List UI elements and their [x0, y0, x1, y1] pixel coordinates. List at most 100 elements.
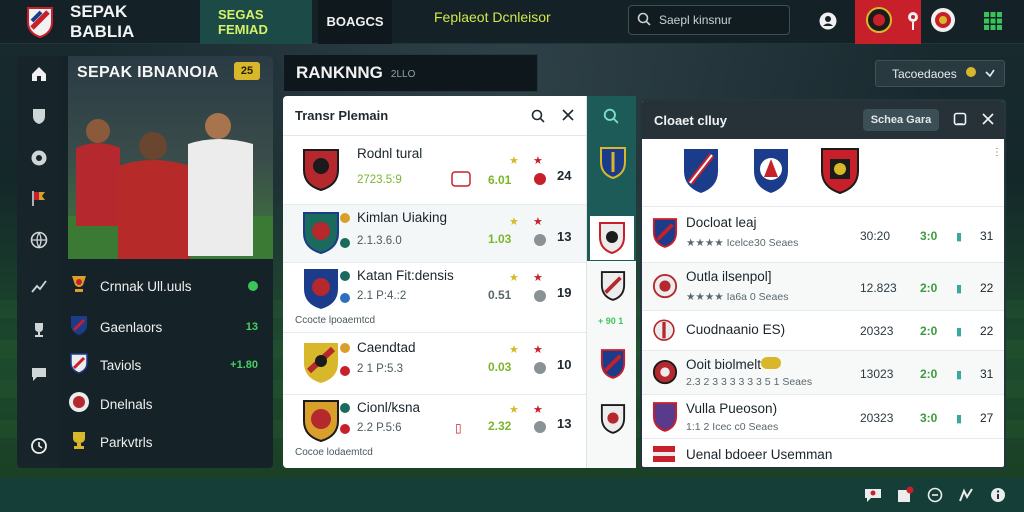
bars-icon: ▮: [956, 413, 963, 425]
chevron-down-icon: [985, 67, 995, 81]
left-list-label: Dnelnals: [100, 396, 153, 412]
bottom-bar-text[interactable]: Feplaeot Dcnleisor: [434, 9, 551, 25]
club-crest-icon: [652, 357, 678, 394]
bars-icon: ▮: [956, 369, 963, 381]
left-list-value: +1.80: [230, 359, 258, 371]
chat-icon[interactable]: [27, 362, 51, 386]
table-row[interactable]: Docloat leaj ★★★★ Icelce30 Seaes 30:20 3…: [642, 207, 1004, 263]
row-name: Rodnl tural: [357, 146, 423, 161]
more-icon[interactable]: ⋮: [992, 147, 1002, 158]
row-name: Uenal bdoeer Usemman: [686, 447, 833, 462]
ball-icon: [533, 361, 547, 380]
row-sub: ★★★★ Icelce30 Seaes: [686, 237, 799, 249]
info-icon[interactable]: [990, 487, 1006, 508]
lock-icon[interactable]: [953, 112, 967, 129]
star-icon: ★: [509, 155, 519, 167]
shield-icon[interactable]: [27, 104, 51, 128]
table-row[interactable]: Kimlan Uiaking 2.1.3.6.0 1.03 ★ ★ 13: [283, 205, 586, 263]
team-photo: [68, 56, 273, 259]
trophy-icon[interactable]: [27, 318, 51, 342]
team-crest-icon[interactable]: [929, 6, 957, 34]
left-list-label: Crnnak Ull.uuls: [100, 278, 192, 294]
row-rank: 24: [557, 168, 572, 183]
row-name: Cuodnaanio ES): [686, 322, 786, 337]
row-sub: 2.3 2 3 3 3 3 3 3 5 1 Seaes: [686, 376, 813, 388]
message-icon[interactable]: [864, 487, 882, 508]
ball-icon[interactable]: [27, 146, 51, 170]
star-icon: ★: [533, 155, 543, 167]
search-icon[interactable]: [531, 109, 545, 126]
filter-dropdown[interactable]: Tacoedaoes: [875, 60, 1005, 87]
search-icon[interactable]: [603, 108, 619, 129]
left-list-item[interactable]: Parkvtrls: [68, 428, 268, 456]
flag-icon[interactable]: [27, 186, 51, 210]
trophy-icon: [68, 273, 90, 300]
search-input[interactable]: Saepl kinsnur: [628, 5, 790, 35]
ranking-title: RANKNNG: [296, 63, 383, 82]
table-row[interactable]: Cuodnaanio ES) 20323 2:0 ▮ 22: [642, 311, 1004, 351]
row-sub: ★★★★ Ia6a 0 Seaes: [686, 291, 789, 303]
table-row[interactable]: Katan Fit:densis 2.1 P:4.:2 0.51 ★ ★ 19 …: [283, 263, 586, 333]
club-crest-icon[interactable]: [820, 147, 860, 200]
clock-icon[interactable]: [27, 433, 51, 457]
row-col3: 27: [980, 411, 994, 425]
grid-icon[interactable]: [980, 8, 1006, 34]
left-list-item[interactable]: Dnelnals: [68, 390, 268, 418]
tab-secondary[interactable]: BOAGCS: [318, 0, 392, 44]
row-name: Caendtad: [357, 340, 416, 355]
club-crest-icon: [299, 267, 343, 311]
club-crest-icon[interactable]: [682, 147, 720, 200]
ranking-subtitle: 2LLO: [390, 69, 416, 80]
table-row[interactable]: Vulla Pueoson) 1:1 2 Icec c0 Seaes 20323…: [642, 395, 1004, 439]
row-rank: 10: [557, 357, 572, 372]
settings-icon[interactable]: [927, 487, 943, 508]
tab-primary[interactable]: SEGAS FEMIAD: [200, 0, 312, 44]
row-col2: 3:0: [920, 411, 938, 425]
row-sub: 2.1.3.6.0: [357, 235, 402, 247]
table-row[interactable]: Caendtad 2 1 P:5.3 0.03 ★ ★ 10: [283, 333, 586, 395]
row-col3: 31: [980, 367, 994, 381]
table-row[interactable]: Ooit biolmelt 2.3 2 3 3 3 3 3 3 5 1 Seae…: [642, 351, 1004, 395]
club-badge-icon[interactable]: [865, 6, 893, 34]
club-panel-filter-button[interactable]: Schea Gara: [863, 109, 939, 131]
club-panel-title: Cloaet clluy: [654, 112, 727, 128]
row-score: 1.03: [488, 232, 512, 246]
share-icon[interactable]: [958, 487, 974, 508]
club-crest-icon[interactable]: [752, 147, 790, 200]
stats-icon[interactable]: [27, 274, 51, 298]
table-row[interactable]: Cionl/ksna 2.2 P.5:6 ▯ 2.32 ★ ★ 13 Cocoe…: [283, 395, 586, 468]
badge-dot-icon: [339, 401, 351, 419]
crest-icon: [68, 352, 90, 379]
table-row[interactable]: Uenal bdoeer Usemman: [642, 439, 1004, 467]
brand-logo-icon[interactable]: [20, 2, 60, 42]
row-footnote: Cocoe lodaemtcd: [295, 447, 373, 458]
row-col1: 30:20: [860, 229, 891, 243]
club-crest-icon: [590, 216, 634, 260]
left-list-item[interactable]: Gaenlaors 13: [68, 313, 268, 341]
flag-icon: [652, 444, 676, 467]
left-list-item[interactable]: Taviols +1.80: [68, 351, 268, 379]
close-icon[interactable]: [982, 113, 994, 128]
star-icon: ★: [509, 404, 519, 416]
row-col1: 12.823: [860, 281, 897, 295]
row-col3: 22: [980, 324, 994, 338]
badge-dot-icon: [339, 236, 351, 254]
club-crest-icon: [299, 341, 343, 385]
home-icon[interactable]: [27, 62, 51, 86]
table-row[interactable]: Rodnl tural 2723.5:9 6.01 ★ ★ 24: [283, 136, 586, 205]
left-list-item[interactable]: Crnnak Ull.uuls: [68, 272, 268, 300]
star-icon: ★: [509, 344, 519, 356]
notification-icon[interactable]: [896, 486, 914, 509]
club-crest-icon: [299, 399, 343, 443]
club-panel-header: Cloaet clluy Schea Gara: [642, 101, 1004, 139]
table-row[interactable]: Outla ilsenpol] ★★★★ Ia6a 0 Seaes 12.823…: [642, 263, 1004, 311]
row-rank: 13: [557, 416, 572, 431]
club-crest-icon: [652, 271, 678, 308]
pin-icon[interactable]: [900, 8, 926, 34]
star-icon: ★: [533, 404, 543, 416]
close-icon[interactable]: [562, 109, 574, 124]
badge-dot-icon: [339, 291, 351, 309]
user-icon[interactable]: [815, 8, 841, 34]
club-crest-icon: [599, 146, 627, 185]
globe-icon[interactable]: [27, 228, 51, 252]
